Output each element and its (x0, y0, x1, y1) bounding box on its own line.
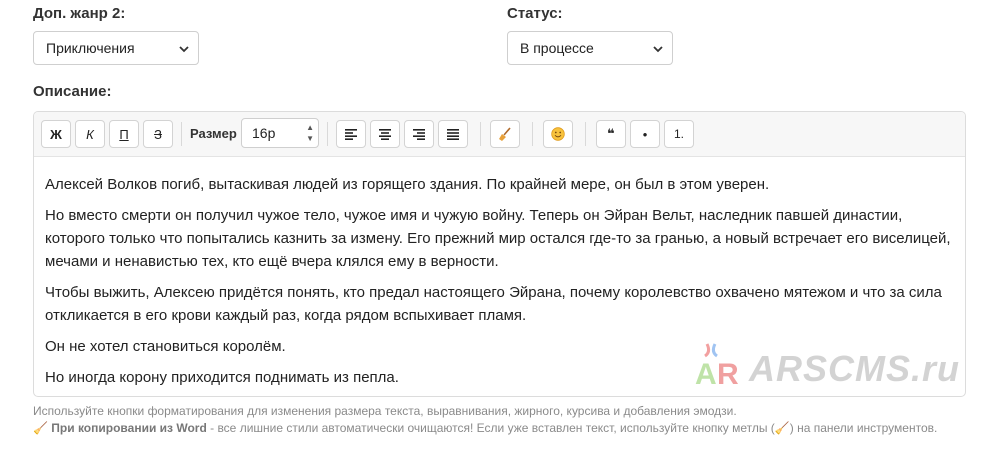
align-right-icon (413, 129, 425, 140)
justify-button[interactable] (438, 120, 468, 148)
strikethrough-button[interactable]: З (143, 120, 173, 148)
help-line-2: 🧹 При копировании из Word - все лишние с… (33, 420, 963, 437)
justify-icon (447, 129, 459, 140)
ar-logo-icon: A R (695, 343, 739, 388)
broom-icon: 🧹 (33, 421, 48, 435)
paragraph: Алексей Волков погиб, вытаскивая людей и… (45, 176, 770, 193)
status-value: В процессе (520, 40, 594, 56)
smiley-icon (551, 127, 565, 141)
status-select[interactable]: В процессе (507, 31, 673, 65)
genre2-select[interactable]: Приключения (33, 31, 199, 65)
word-note-text: - все лишние стили автоматически очищают… (206, 421, 938, 435)
underline-button[interactable]: П (109, 120, 139, 148)
quote-button[interactable]: ❝ (596, 120, 626, 148)
editor-toolbar: Ж К П З Размер 16р ▲ ▼ ❝ • 1. (34, 112, 965, 157)
toolbar-divider (327, 122, 328, 146)
clean-styles-button[interactable] (490, 120, 520, 148)
align-center-icon (379, 129, 391, 140)
chevron-down-icon (179, 46, 189, 53)
numbered-list-button[interactable]: 1. (664, 120, 694, 148)
paragraph: Но вместо смерти он получил чужое тело, … (45, 207, 951, 270)
description-label: Описание: (33, 83, 112, 100)
toolbar-divider (532, 122, 533, 146)
svg-text:R: R (717, 358, 739, 388)
toolbar-divider (585, 122, 586, 146)
svg-text:A: A (695, 358, 717, 388)
emoji-button[interactable] (543, 120, 573, 148)
bold-button[interactable]: Ж (41, 120, 71, 148)
word-note-bold: При копировании из Word (51, 421, 207, 435)
watermark-text: ARSCMS.ru (749, 348, 961, 389)
chevron-down-icon (653, 46, 663, 53)
align-center-button[interactable] (370, 120, 400, 148)
watermark: A R ARSCMS.ru (693, 342, 963, 390)
size-label: Размер (190, 126, 237, 141)
help-text: Используйте кнопки форматирования для из… (33, 403, 963, 437)
broom-icon (499, 127, 511, 141)
genre2-value: Приключения (46, 40, 135, 56)
status-label: Статус: (507, 5, 563, 22)
align-left-button[interactable] (336, 120, 366, 148)
align-left-icon (345, 129, 357, 140)
bullet-list-button[interactable]: • (630, 120, 660, 148)
help-line-1: Используйте кнопки форматирования для из… (33, 404, 737, 418)
size-value: 16р (252, 125, 276, 141)
size-stepper[interactable]: ▲ ▼ (306, 122, 314, 144)
genre2-label: Доп. жанр 2: (33, 5, 126, 22)
italic-button[interactable]: К (75, 120, 105, 148)
paragraph: Чтобы выжить, Алексею придётся понять, к… (45, 284, 942, 324)
size-input[interactable]: 16р ▲ ▼ (241, 118, 319, 148)
toolbar-divider (181, 122, 182, 146)
align-right-button[interactable] (404, 120, 434, 148)
toolbar-divider (480, 122, 481, 146)
